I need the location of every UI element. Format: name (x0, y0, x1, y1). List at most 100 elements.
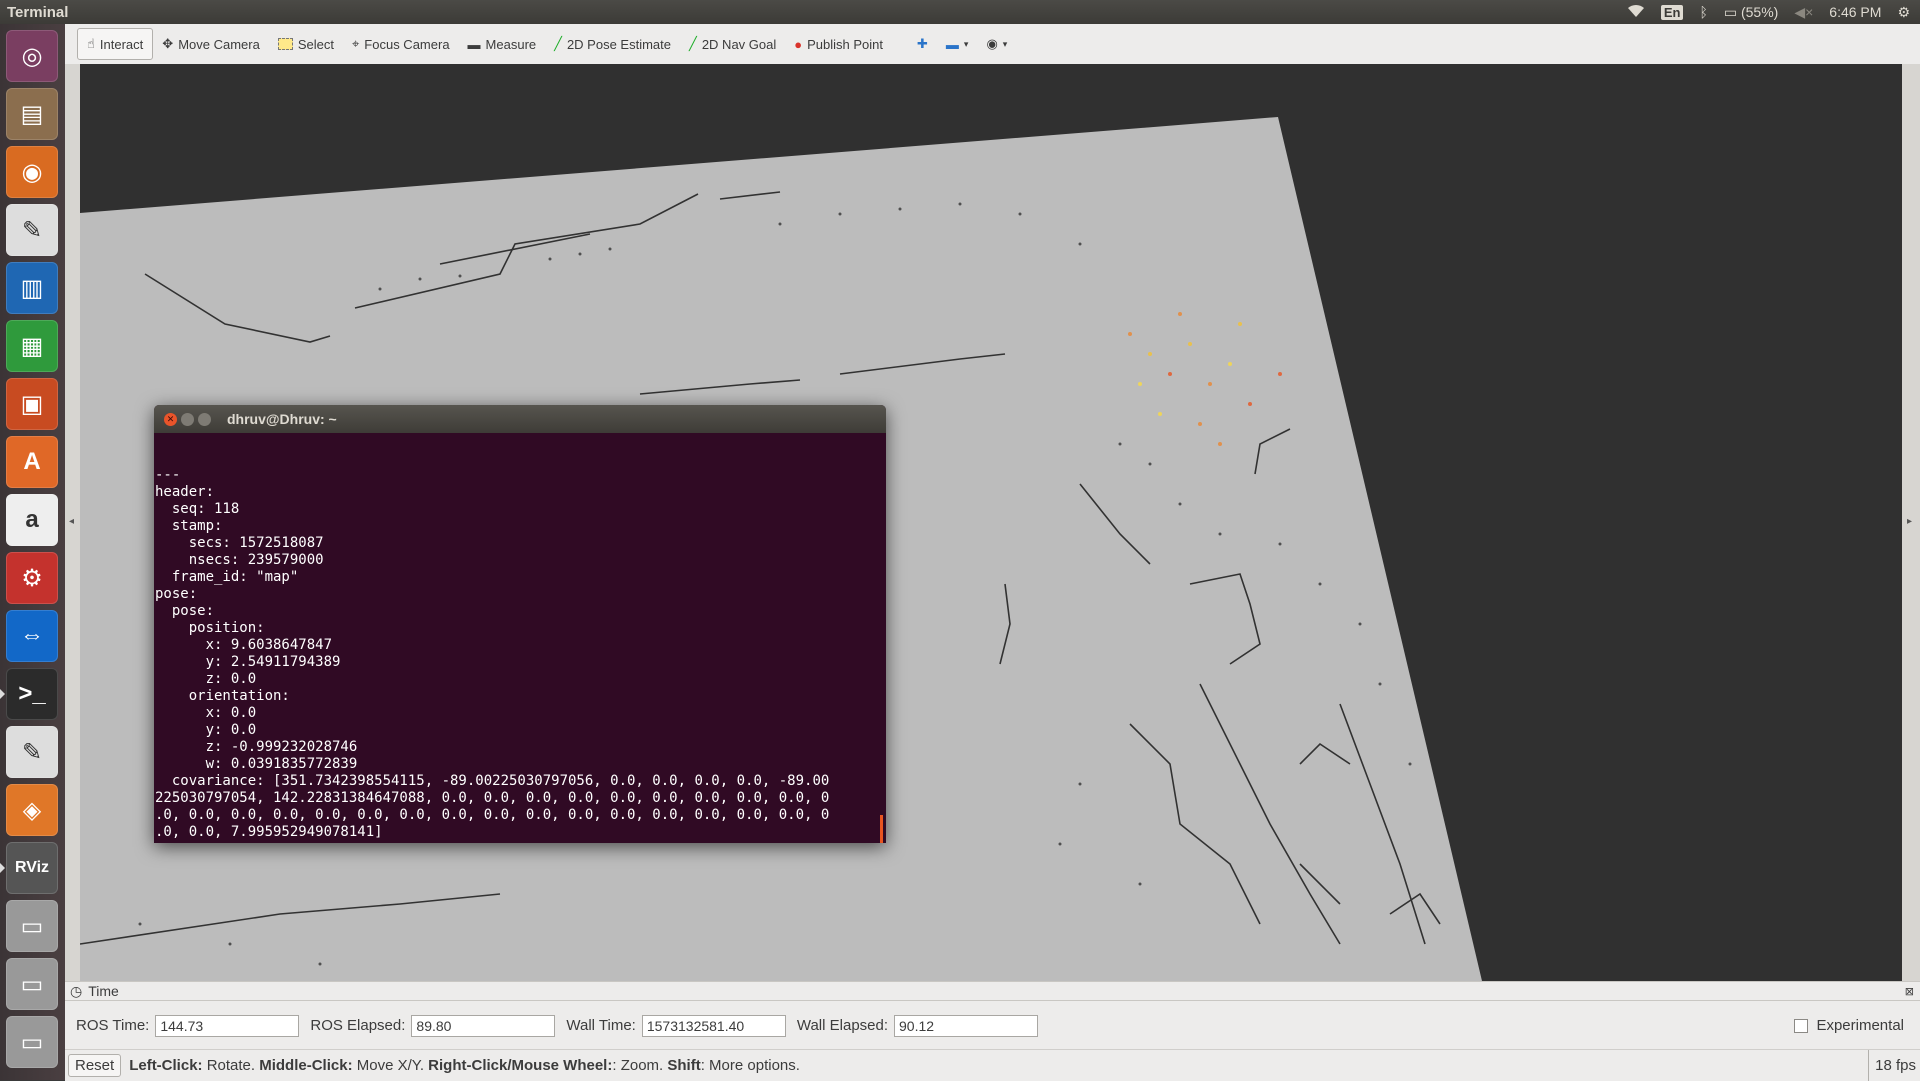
battery-indicator[interactable]: ▭ (55%) (1724, 4, 1778, 21)
focus-camera-label: Focus Camera (364, 36, 450, 52)
launcher-glyph: ⇔ (20, 622, 44, 649)
minimize-icon[interactable] (181, 413, 194, 426)
measure-tool-button[interactable]: ▬ Measure (459, 29, 546, 59)
hand-pointer-icon: ☝ (87, 36, 95, 51)
ros-elapsed-field[interactable]: 89.80 (411, 1014, 556, 1037)
select-label: Select (297, 36, 334, 52)
time-panel: ◷ Time ⊠ ROS Time: 144.73 ROS Elapsed: 8… (65, 981, 1920, 1049)
remove-tool-button[interactable]: ▬ ▾ (937, 29, 978, 59)
right-click-desc: : Zoom. (612, 1057, 668, 1074)
launcher-glyph: RViz (14, 859, 50, 876)
chevron-down-icon: ▾ (963, 38, 969, 49)
top-panel: Terminal En ᛒ ▭ (55%) ◀× 6:46 PM ⚙ (0, 0, 1920, 24)
collapse-left-icon: ◂ (69, 516, 75, 527)
terminal-output[interactable]: --- header: seq: 118 stamp: secs: 157251… (155, 433, 883, 843)
move-arrows-icon: ✥ (162, 36, 174, 51)
pose-estimate-label: 2D Pose Estimate (566, 36, 671, 52)
terminal-text: --- header: seq: 118 stamp: secs: 157251… (155, 467, 830, 843)
launcher-rviz-icon[interactable]: RViz (0, 842, 58, 894)
launcher-calc-icon[interactable]: ▦ (6, 320, 58, 372)
nav-goal-tool-button[interactable]: ╱ 2D Nav Goal (680, 29, 785, 59)
ros-time-label: ROS Time: (76, 1017, 150, 1034)
launcher-firefox-icon[interactable]: ◉ (6, 146, 58, 198)
help-text: Left-Click: Rotate. Middle-Click: Move X… (129, 1057, 800, 1074)
launcher-glyph: a (25, 506, 39, 533)
selection-rect-icon (277, 38, 293, 50)
launcher-teamviewer-icon[interactable]: ⇔ (6, 610, 58, 662)
launcher-glyph: ▤ (20, 100, 44, 128)
wall-time-label: Wall Time: (566, 1017, 636, 1034)
launcher-settings-icon[interactable]: ⚙ (6, 552, 58, 604)
green-arrow-icon: ╱ (689, 36, 697, 51)
launcher-text-editor-icon[interactable]: ✎ (6, 204, 58, 256)
green-arrow-icon: ╱ (554, 36, 562, 51)
experimental-checkbox[interactable] (1794, 1018, 1809, 1033)
terminal-window[interactable]: ✕ dhruv@Dhruv: ~ --- header: seq: 118 st… (154, 405, 886, 843)
nav-goal-label: 2D Nav Goal (701, 36, 777, 52)
move-camera-label: Move Camera (178, 36, 260, 52)
launcher-disk-3-icon[interactable]: ▭ (6, 1016, 58, 1068)
maximize-icon[interactable] (198, 413, 211, 426)
launcher-glyph: >_ (18, 680, 46, 707)
ros-time-field[interactable]: 144.73 (155, 1014, 300, 1037)
launcher-glyph: ▥ (20, 274, 44, 302)
launcher-glyph: ⚙ (21, 564, 43, 592)
fps-counter: 18 fps (1868, 1050, 1920, 1081)
launcher-ubuntu-dash-icon[interactable]: ◎ (6, 30, 58, 82)
wifi-icon[interactable] (1627, 4, 1645, 21)
keyboard-layout-indicator[interactable]: En (1660, 4, 1684, 20)
publish-point-tool-button[interactable]: ● Publish Point (785, 29, 892, 59)
pose-estimate-tool-button[interactable]: ╱ 2D Pose Estimate (545, 29, 680, 59)
terminal-titlebar[interactable]: ✕ dhruv@Dhruv: ~ (154, 405, 886, 433)
select-tool-button[interactable]: Select (269, 29, 343, 59)
launcher-amazon-icon[interactable]: a (6, 494, 58, 546)
move-camera-tool-button[interactable]: ✥ Move Camera (153, 29, 269, 59)
launcher-writer-icon[interactable]: ▥ (6, 262, 58, 314)
reset-button[interactable]: Reset (68, 1054, 122, 1077)
measure-label: Measure (485, 36, 537, 52)
launcher-disk-icon[interactable]: ▭ (6, 900, 58, 952)
launcher-glyph: A (23, 448, 41, 475)
rviz-toolbar: ☝ Interact ✥ Move Camera Select ⌖ Focus … (65, 24, 1920, 65)
experimental-toggle[interactable]: Experimental (1794, 1017, 1904, 1034)
shift-key: Shift (667, 1057, 701, 1074)
right-panel-splitter[interactable]: ▸ (1902, 64, 1920, 981)
interact-tool-button[interactable]: ☝ Interact (77, 28, 154, 60)
launcher-software-center-icon[interactable]: A (6, 436, 58, 488)
close-icon[interactable]: ⊠ (1905, 985, 1914, 998)
focus-camera-tool-button[interactable]: ⌖ Focus Camera (343, 29, 459, 59)
left-click-key: Left-Click: (129, 1057, 203, 1074)
close-icon[interactable]: ✕ (164, 413, 177, 426)
clock[interactable]: 6:46 PM (1829, 4, 1881, 20)
gear-icon[interactable]: ⚙ (1897, 4, 1910, 21)
left-panel-splitter[interactable]: ◂ (65, 64, 80, 981)
launcher-terminal-icon[interactable]: >_ (0, 668, 58, 720)
terminal-scrollbar[interactable] (880, 815, 883, 843)
middle-click-key: Middle-Click: (259, 1057, 353, 1074)
volume-muted-icon[interactable]: ◀× (1794, 4, 1813, 21)
minus-icon: ▬ (945, 36, 959, 52)
launcher-glyph: ▦ (20, 332, 44, 360)
collapse-right-icon: ▸ (1907, 516, 1913, 527)
launcher-disk-2-icon[interactable]: ▭ (6, 958, 58, 1010)
add-tool-button[interactable]: ✚ (908, 29, 937, 59)
active-window-title: Terminal (7, 3, 69, 21)
launcher-glyph: ✎ (21, 738, 43, 766)
wall-time-field[interactable]: 1573132581.40 (641, 1014, 786, 1037)
middle-click-desc: Move X/Y. (352, 1057, 429, 1074)
clock-icon: ◷ (70, 982, 83, 999)
time-fields-row: ROS Time: 144.73 ROS Elapsed: 89.80 Wall… (65, 1001, 1920, 1050)
ruler-icon: ▬ (467, 36, 481, 52)
launcher-text-editor-2-icon[interactable]: ✎ (6, 726, 58, 778)
plus-icon: ✚ (917, 36, 928, 51)
wall-elapsed-field[interactable]: 90.12 (894, 1014, 1039, 1037)
bluetooth-icon[interactable]: ᛒ (1699, 4, 1707, 20)
crosshair-icon: ⌖ (351, 36, 360, 51)
view-options-button[interactable]: ◉ ▾ (977, 29, 1016, 59)
ros-elapsed-label: ROS Elapsed: (310, 1017, 406, 1034)
launcher-package-icon[interactable]: ◈ (6, 784, 58, 836)
launcher-impress-icon[interactable]: ▣ (6, 378, 58, 430)
terminal-title: dhruv@Dhruv: ~ (227, 411, 337, 427)
eye-icon: ◉ (986, 36, 998, 51)
launcher-files-icon[interactable]: ▤ (6, 88, 58, 140)
